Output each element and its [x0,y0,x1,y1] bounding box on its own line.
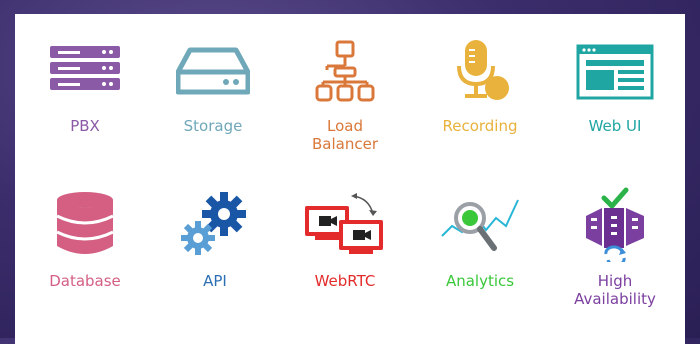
feature-label-api: API [203,272,227,290]
video-screens-icon [280,192,410,268]
feature-label-recording: Recording [442,117,518,135]
magnifier-chart-icon [415,196,545,272]
server-cluster-icon [550,186,680,262]
feature-label-web-ui: Web UI [588,117,642,135]
features-panel: PBX Storage Load Balancer Recording Web … [15,14,685,344]
browser-window-icon [550,44,680,120]
feature-label-webrtc: WebRTC [314,272,376,290]
feature-label-pbx: PBX [70,117,100,135]
microphone-icon [415,38,545,114]
gears-icon [150,192,280,268]
feature-label-load-balancer: Load Balancer [312,117,378,153]
server-rack-icon [20,44,150,120]
feature-label-high-availability: High Availability [574,272,656,308]
storage-drive-icon [148,44,278,120]
feature-label-analytics: Analytics [445,272,515,290]
network-hierarchy-icon [280,40,410,116]
database-icon [20,190,150,266]
feature-label-database: Database [49,272,121,290]
feature-label-storage: Storage [183,117,243,135]
